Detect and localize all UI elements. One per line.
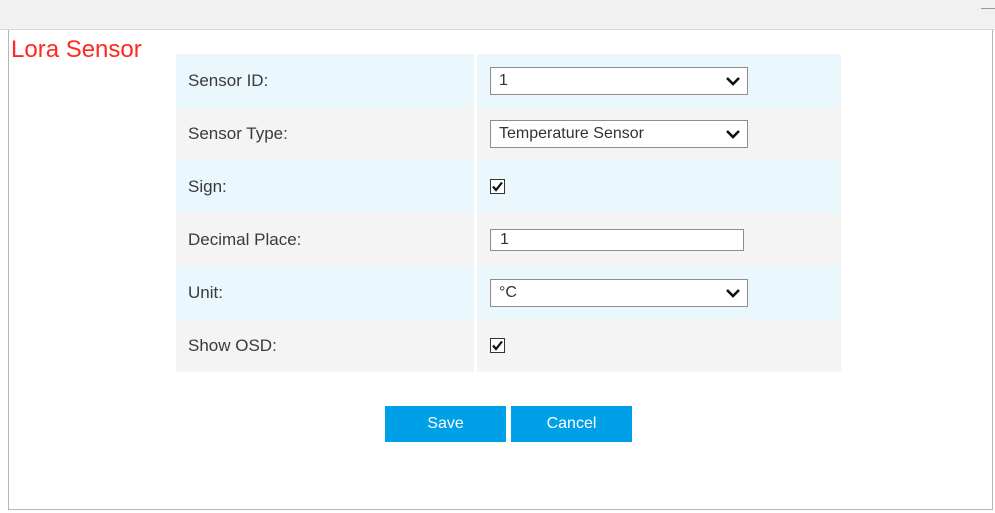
sign-label: Sign: bbox=[176, 160, 474, 213]
page-title: Lora Sensor bbox=[11, 36, 142, 63]
sensor-type-label: Sensor Type: bbox=[176, 107, 474, 160]
sensor-type-select[interactable]: Temperature Sensor bbox=[490, 119, 748, 148]
chevron-down-icon bbox=[726, 129, 740, 139]
sensor-id-value: 1 bbox=[499, 71, 508, 89]
sensor-id-label: Sensor ID: bbox=[176, 54, 474, 107]
chevron-down-icon bbox=[726, 76, 740, 86]
form-row-sensor-type: Sensor Type: Temperature Sensor bbox=[176, 107, 841, 160]
form-row-decimal-place: Decimal Place: bbox=[176, 213, 841, 266]
unit-value: °C bbox=[499, 283, 517, 301]
form-row-unit: Unit: °C bbox=[176, 266, 841, 319]
checkmark-icon bbox=[492, 181, 503, 192]
show-osd-label: Show OSD: bbox=[176, 319, 474, 372]
form-row-sensor-id: Sensor ID: 1 bbox=[176, 54, 841, 107]
sign-checkbox[interactable] bbox=[490, 179, 505, 194]
save-button[interactable]: Save bbox=[385, 406, 506, 442]
form-row-sign: Sign: bbox=[176, 160, 841, 213]
action-buttons: Save Cancel bbox=[385, 406, 632, 442]
unit-select[interactable]: °C bbox=[490, 278, 748, 307]
decimal-place-label: Decimal Place: bbox=[176, 213, 474, 266]
minimize-icon[interactable] bbox=[981, 8, 995, 9]
window-title-bar bbox=[0, 0, 995, 30]
decimal-place-input[interactable] bbox=[490, 228, 744, 251]
unit-label: Unit: bbox=[176, 266, 474, 319]
cancel-button[interactable]: Cancel bbox=[511, 406, 632, 442]
sensor-type-value: Temperature Sensor bbox=[499, 124, 644, 142]
checkmark-icon bbox=[492, 340, 503, 351]
sensor-id-select[interactable]: 1 bbox=[490, 66, 748, 95]
sensor-form: Sensor ID: 1 Sensor Type: Temperature Se… bbox=[176, 54, 841, 372]
chevron-down-icon bbox=[726, 288, 740, 298]
show-osd-checkbox[interactable] bbox=[490, 338, 505, 353]
form-row-show-osd: Show OSD: bbox=[176, 319, 841, 372]
